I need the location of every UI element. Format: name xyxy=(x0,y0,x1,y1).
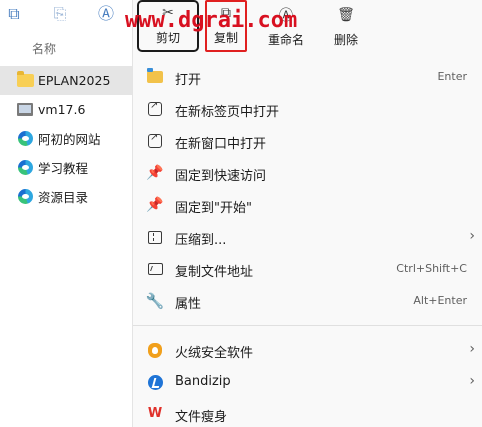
menu-item-label: 在新窗口中打开 xyxy=(175,137,267,152)
vm-icon xyxy=(16,102,34,118)
menu-item-label: 火绒安全软件 xyxy=(175,346,254,361)
zip-icon xyxy=(147,229,163,245)
context-menu-items: 打开 Enter 在新标签页中打开 在新窗口中打开 📌 固定到快速访问 📌 固定… xyxy=(133,61,482,427)
shortcut-label: Enter xyxy=(437,70,467,83)
menu-item-label: 压缩到... xyxy=(175,233,227,248)
wps-icon: W xyxy=(147,406,163,421)
copy-icon[interactable]: ⧉ xyxy=(4,4,24,24)
menu-item-open-new-tab[interactable]: 在新标签页中打开 xyxy=(133,93,482,125)
delete-button[interactable]: 🗑 删除 xyxy=(315,0,377,52)
nav-item-tutorials[interactable]: 学习教程 xyxy=(0,153,132,182)
menu-item-huorong[interactable]: 火绒安全软件 › xyxy=(133,334,482,366)
menu-item-label: 文件瘦身 xyxy=(175,410,228,425)
menu-item-open[interactable]: 打开 Enter xyxy=(133,61,482,93)
menu-item-copy-path[interactable]: 复制文件地址 Ctrl+Shift+C xyxy=(133,253,482,285)
nav-list: EPLAN2025 vm17.6 阿初的网站 学习教程 资源目录 xyxy=(0,66,132,211)
chevron-right-icon: › xyxy=(469,228,475,244)
nav-item-label: 阿初的网站 xyxy=(38,132,101,147)
edge-icon xyxy=(16,189,34,205)
folder-icon xyxy=(16,71,34,89)
chevron-right-icon: › xyxy=(469,341,475,357)
nav-item-label: 资源目录 xyxy=(38,190,89,205)
nav-item-vm176[interactable]: vm17.6 xyxy=(0,95,132,124)
watermark-text: www.dgrai.com xyxy=(125,8,298,33)
nav-item-eplan2025[interactable]: EPLAN2025 xyxy=(0,66,132,95)
menu-item-label: 固定到快速访问 xyxy=(175,169,267,184)
menu-item-pin-quick-access[interactable]: 📌 固定到快速访问 xyxy=(133,157,482,189)
menu-item-label: 在新标签页中打开 xyxy=(175,105,280,120)
context-menu: ✂ 剪切 ⧉ 复制 Ⓐ 重命名 🗑 删除 www.dgrai.com 打开 En… xyxy=(125,0,482,427)
rename-label: 重命名 xyxy=(267,33,304,47)
nav-item-website[interactable]: 阿初的网站 xyxy=(0,124,132,153)
trash-icon: 🗑 xyxy=(337,7,355,23)
folder-open-icon xyxy=(147,68,163,85)
menu-item-compress[interactable]: 压缩到... › xyxy=(133,221,482,253)
column-header-name[interactable]: 名称 xyxy=(32,40,56,57)
menu-item-bandizip[interactable]: Bandizip › xyxy=(133,366,482,398)
menu-item-label: Bandizip xyxy=(175,374,231,389)
nav-item-label: 学习教程 xyxy=(38,161,89,176)
wrench-icon: 🔧 xyxy=(145,292,165,310)
bandizip-icon xyxy=(147,374,163,390)
nav-item-resources[interactable]: 资源目录 xyxy=(0,182,132,211)
rename-icon[interactable]: Ⓐ xyxy=(96,4,116,24)
delete-label: 删除 xyxy=(333,33,358,47)
chevron-right-icon: › xyxy=(469,373,475,389)
explorer-toolbar: ⧉ ⎘ Ⓐ xyxy=(0,0,132,30)
menu-item-label: 打开 xyxy=(175,73,202,88)
edge-icon xyxy=(16,160,34,176)
menu-item-label: 复制文件地址 xyxy=(175,265,254,280)
menu-item-file-slim[interactable]: W 文件瘦身 xyxy=(133,398,482,427)
menu-item-label: 属性 xyxy=(175,297,202,312)
nav-item-label: EPLAN2025 xyxy=(38,73,111,88)
menu-item-pin-start[interactable]: 📌 固定到"开始" xyxy=(133,189,482,221)
menu-item-label: 固定到"开始" xyxy=(175,201,252,216)
menu-item-properties[interactable]: 🔧 属性 Alt+Enter xyxy=(133,285,482,317)
edge-icon xyxy=(16,131,34,147)
menu-divider xyxy=(133,325,482,326)
paste-icon[interactable]: ⎘ xyxy=(50,4,70,24)
menu-item-open-new-window[interactable]: 在新窗口中打开 xyxy=(133,125,482,157)
pin-icon: 📌 xyxy=(146,197,164,213)
pin-icon: 📌 xyxy=(146,165,164,181)
huorong-icon xyxy=(147,342,163,358)
shortcut-label: Alt+Enter xyxy=(413,294,467,307)
copy-path-icon xyxy=(147,261,163,277)
new-tab-icon xyxy=(147,100,163,117)
nav-item-label: vm17.6 xyxy=(38,102,86,117)
shortcut-label: Ctrl+Shift+C xyxy=(396,262,467,275)
new-window-icon xyxy=(147,132,163,149)
